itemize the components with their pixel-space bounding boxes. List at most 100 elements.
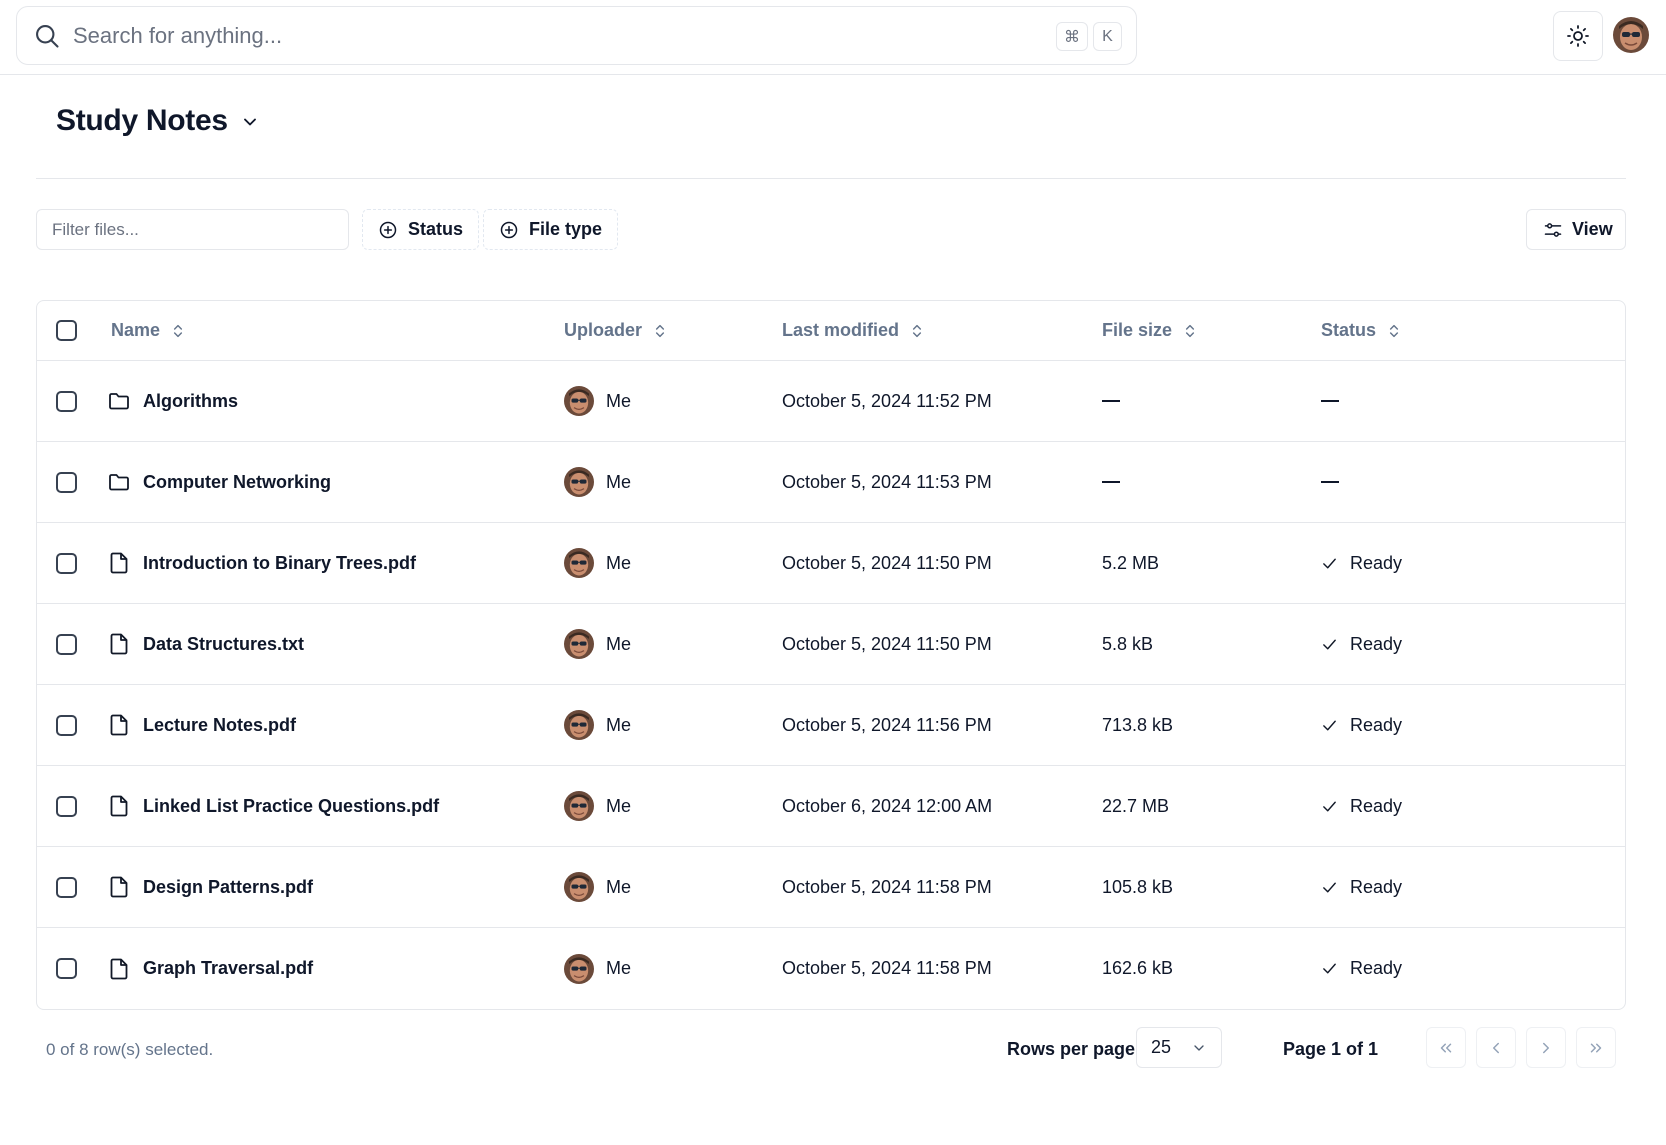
- row-checkbox[interactable]: [56, 390, 77, 412]
- name-cell[interactable]: Computer Networking: [107, 442, 331, 522]
- size-cell: 5.2 MB: [1102, 523, 1159, 603]
- table-row[interactable]: Algorithms Me October 5, 2024 11:52 PM —…: [37, 361, 1625, 442]
- file-type-filter-button[interactable]: File type: [483, 209, 619, 250]
- file-name[interactable]: Algorithms: [143, 391, 238, 412]
- row-checkbox[interactable]: [56, 552, 77, 574]
- uploader-cell: Me: [564, 928, 631, 1009]
- table-row[interactable]: Lecture Notes.pdf Me October 5, 2024 11:…: [37, 685, 1625, 766]
- uploader-name: Me: [606, 876, 632, 897]
- sort-icon: [1386, 323, 1402, 339]
- file-name[interactable]: Lecture Notes.pdf: [143, 715, 296, 736]
- row-select-cell: [56, 928, 77, 1009]
- check-icon: [1321, 879, 1338, 896]
- modified-cell: October 6, 2024 12:00 AM: [782, 766, 992, 846]
- status-text: Ready: [1350, 795, 1403, 816]
- status-cell: —: [1321, 442, 1339, 522]
- column-header-file-size[interactable]: File size: [1102, 301, 1198, 360]
- filter-files-input[interactable]: Filter files...: [36, 209, 349, 250]
- column-header-last-modified[interactable]: Last modified: [782, 301, 925, 360]
- row-select-cell: [56, 604, 77, 684]
- file-name[interactable]: Linked List Practice Questions.pdf: [143, 796, 439, 817]
- file-name[interactable]: Design Patterns.pdf: [143, 877, 313, 898]
- column-header-label: Uploader: [564, 320, 643, 340]
- uploader-name: Me: [606, 552, 632, 573]
- modified-cell: October 5, 2024 11:50 PM: [782, 604, 992, 684]
- page-title-dropdown[interactable]: Study Notes: [56, 104, 260, 138]
- name-cell[interactable]: Linked List Practice Questions.pdf: [107, 766, 439, 846]
- plus-circle-icon: [499, 220, 519, 240]
- status-cell: Ready: [1321, 847, 1402, 927]
- modified-cell: October 5, 2024 11:52 PM: [782, 361, 992, 441]
- name-cell[interactable]: Introduction to Binary Trees.pdf: [107, 523, 416, 603]
- size-cell: 105.8 kB: [1102, 847, 1173, 927]
- column-header-status[interactable]: Status: [1321, 301, 1402, 360]
- file-icon: [107, 713, 131, 737]
- first-page-button[interactable]: [1426, 1027, 1466, 1068]
- uploader-name: Me: [606, 714, 632, 735]
- rows-per-page-select[interactable]: 25: [1136, 1027, 1222, 1068]
- sort-icon: [170, 323, 186, 339]
- modified-cell: October 5, 2024 11:50 PM: [782, 523, 992, 603]
- name-cell[interactable]: Data Structures.txt: [107, 604, 304, 684]
- previous-page-button[interactable]: [1476, 1027, 1516, 1068]
- empty-dash: [1102, 400, 1120, 402]
- empty-dash: [1102, 481, 1120, 483]
- name-cell[interactable]: Lecture Notes.pdf: [107, 685, 296, 765]
- search-input[interactable]: Search for anything...: [73, 23, 282, 49]
- status-filter-button[interactable]: Status: [362, 209, 480, 250]
- file-name[interactable]: Introduction to Binary Trees.pdf: [143, 553, 416, 574]
- table-row[interactable]: Design Patterns.pdf Me October 5, 2024 1…: [37, 847, 1625, 928]
- modified-cell: October 5, 2024 11:58 PM: [782, 928, 992, 1009]
- status-cell: —: [1321, 361, 1339, 441]
- file-name[interactable]: Data Structures.txt: [143, 634, 304, 655]
- table-row[interactable]: Graph Traversal.pdf Me October 5, 2024 1…: [37, 928, 1625, 1009]
- table-row[interactable]: Computer Networking Me October 5, 2024 1…: [37, 442, 1625, 523]
- file-size: 105.8 kB: [1102, 876, 1174, 897]
- last-modified-date: October 5, 2024 11:50 PM: [782, 552, 992, 573]
- theme-toggle-button[interactable]: [1553, 11, 1603, 61]
- size-cell: 713.8 kB: [1102, 685, 1173, 765]
- name-cell[interactable]: Graph Traversal.pdf: [107, 928, 313, 1009]
- row-checkbox[interactable]: [56, 714, 77, 736]
- size-cell: 22.7 MB: [1102, 766, 1169, 846]
- table-row[interactable]: Linked List Practice Questions.pdf Me Oc…: [37, 766, 1625, 847]
- uploader-name: Me: [606, 471, 632, 492]
- table-row[interactable]: Data Structures.txt Me October 5, 2024 1…: [37, 604, 1625, 685]
- last-page-button[interactable]: [1576, 1027, 1616, 1068]
- status-cell: Ready: [1321, 523, 1402, 603]
- avatar: [564, 386, 594, 416]
- row-checkbox[interactable]: [56, 633, 77, 655]
- file-size: 5.8 kB: [1102, 633, 1154, 654]
- file-name[interactable]: Computer Networking: [143, 472, 331, 493]
- folder-icon: [107, 470, 131, 494]
- column-header-uploader[interactable]: Uploader: [564, 301, 668, 360]
- file-icon: [107, 632, 131, 656]
- user-avatar[interactable]: [1613, 17, 1649, 53]
- row-checkbox[interactable]: [56, 876, 77, 898]
- status-cell: Ready: [1321, 604, 1402, 684]
- row-checkbox[interactable]: [56, 471, 77, 493]
- file-icon: [107, 794, 131, 818]
- row-checkbox[interactable]: [56, 958, 77, 979]
- status-text: Ready: [1350, 714, 1403, 735]
- view-options-button[interactable]: View: [1526, 209, 1626, 250]
- column-header-name[interactable]: Name: [111, 301, 186, 360]
- name-cell[interactable]: Design Patterns.pdf: [107, 847, 313, 927]
- name-cell[interactable]: Algorithms: [107, 361, 238, 441]
- row-checkbox[interactable]: [56, 795, 77, 817]
- uploader-name: Me: [606, 795, 632, 816]
- top-bar: Search for anything... ⌘ K: [0, 0, 1666, 75]
- shortcut-hint: ⌘ K: [1056, 22, 1122, 51]
- uploader-cell: Me: [564, 361, 631, 441]
- avatar: [564, 953, 594, 984]
- file-name[interactable]: Graph Traversal.pdf: [143, 958, 313, 979]
- chevron-down-icon: [240, 112, 260, 132]
- table-row[interactable]: Introduction to Binary Trees.pdf Me Octo…: [37, 523, 1625, 604]
- search-bar[interactable]: Search for anything... ⌘ K: [16, 6, 1137, 65]
- selection-count: 0 of 8 row(s) selected.: [46, 1040, 214, 1059]
- sort-icon: [652, 323, 668, 339]
- divider: [36, 178, 1626, 179]
- next-page-button[interactable]: [1526, 1027, 1566, 1068]
- avatar: [564, 710, 594, 740]
- select-all-checkbox[interactable]: [56, 320, 77, 341]
